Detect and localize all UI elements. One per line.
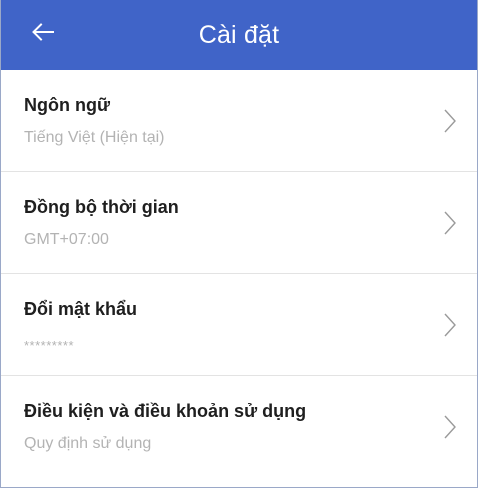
settings-item-title: Đồng bộ thời gian	[24, 197, 179, 217]
settings-item-title: Đổi mật khẩu	[24, 299, 138, 319]
settings-item-title: Điều kiện và điều khoản sử dụng	[24, 401, 307, 421]
settings-item-title: Ngôn ngữ	[24, 95, 111, 115]
app-header: Cài đặt	[1, 0, 477, 70]
settings-item-language[interactable]: Ngôn ngữ Tiếng Việt (Hiện tại)	[1, 70, 477, 172]
page-title: Cài đặt	[198, 20, 280, 49]
settings-item-subtitle: Tiếng Việt (Hiện tại)	[24, 129, 165, 146]
arrow-left-icon	[32, 23, 54, 41]
settings-screen: Cài đặt Ngôn ngữ Tiếng Việt (Hiện tại) Đ…	[0, 0, 478, 488]
chevron-right-icon	[443, 108, 457, 134]
back-button[interactable]	[25, 14, 61, 50]
settings-item-subtitle: GMT+07:00	[24, 231, 109, 248]
chevron-right-icon	[443, 312, 457, 338]
settings-item-change-password[interactable]: Đổi mật khẩu *********	[1, 274, 477, 376]
password-mask: *********	[24, 338, 75, 353]
settings-item-subtitle: Quy định sử dụng	[24, 435, 152, 452]
settings-item-time-sync[interactable]: Đồng bộ thời gian GMT+07:00	[1, 172, 477, 274]
chevron-right-icon	[443, 210, 457, 236]
settings-list: Ngôn ngữ Tiếng Việt (Hiện tại) Đồng bộ t…	[1, 70, 477, 478]
settings-item-terms[interactable]: Điều kiện và điều khoản sử dụng Quy định…	[1, 376, 477, 478]
chevron-right-icon	[443, 414, 457, 440]
